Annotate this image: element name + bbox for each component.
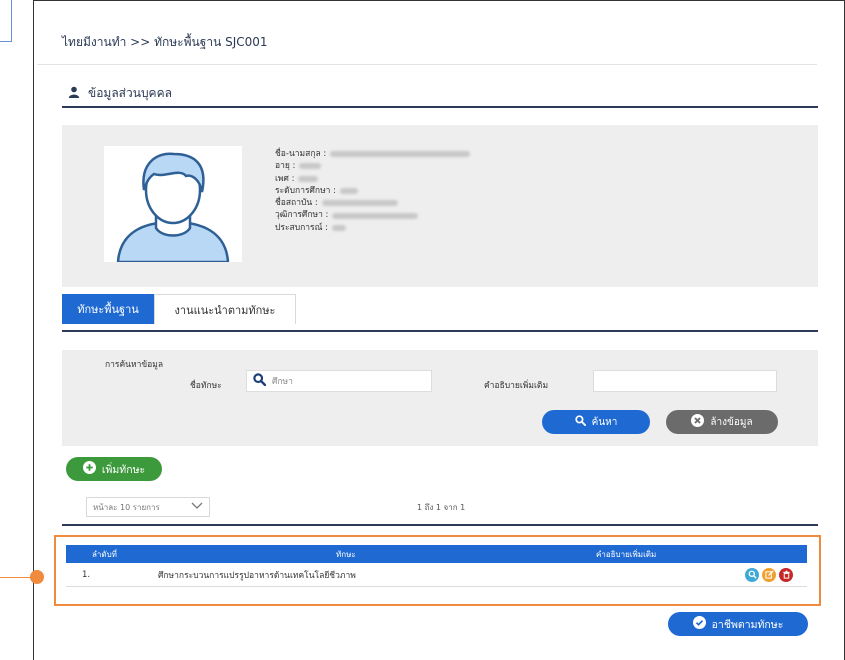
breadcrumb: ไทยมีงานทำ >> ทักษะพื้นฐาน SJC001	[62, 35, 268, 49]
row-no: 1.	[82, 569, 91, 580]
view-icon[interactable]	[745, 567, 759, 582]
row-skill: ศึกษากระบวนการแปรรูปอาหารด้านเทคโนโลยีชี…	[158, 570, 356, 581]
profile-label-experience: ประสบการณ์ :	[275, 222, 329, 233]
section-personal-info: ข้อมูลส่วนบุคคล	[68, 84, 172, 103]
list-divider	[62, 524, 818, 526]
skill-name-label: ชื่อทักษะ	[190, 381, 222, 391]
clear-button[interactable]: ล้างข้อมูล	[666, 410, 778, 434]
career-button-label: อาชีพตามทักษะ	[711, 618, 784, 631]
profile-row: อายุ :	[275, 160, 470, 172]
career-by-skill-button[interactable]: อาชีพตามทักษะ	[668, 612, 808, 636]
profile-label-degree: วุฒิการศึกษา :	[275, 210, 329, 221]
header-description: คำอธิบายเพิ่มเติม	[596, 549, 657, 559]
row-actions	[745, 567, 793, 582]
description-label: คำอธิบายเพิ่มเติม	[484, 381, 549, 391]
pagination-range: 1 ถึง 1 จาก 1	[417, 503, 466, 512]
callout-line	[0, 577, 34, 578]
section-title: ข้อมูลส่วนบุคคล	[88, 86, 172, 100]
redacted-value	[340, 188, 359, 195]
edit-icon[interactable]	[762, 567, 776, 582]
chevron-down-icon	[191, 502, 203, 512]
tab-underline	[62, 330, 818, 332]
check-circle-icon	[692, 616, 706, 632]
search-button[interactable]: ค้นหา	[542, 410, 650, 434]
redacted-value	[332, 212, 419, 219]
description-input[interactable]	[593, 370, 777, 392]
search-button-label: ค้นหา	[591, 416, 618, 428]
search-title: การค้นหาข้อมูล	[105, 360, 164, 370]
tab-basic-skills[interactable]: ทักษะพื้นฐาน	[62, 294, 154, 324]
skill-name-placeholder: ศึกษา	[272, 377, 293, 387]
redacted-value	[330, 151, 471, 158]
skill-name-input[interactable]: ศึกษา	[246, 370, 432, 392]
redacted-value	[332, 224, 347, 231]
skills-table: ลำดับที่ ทักษะ คำอธิบายเพิ่มเติม 1. ศึกษ…	[66, 545, 807, 587]
profile-label-institute: ชื่อสถาบัน :	[275, 198, 318, 209]
profile-label-gender: เพศ :	[275, 173, 295, 184]
avatar-icon	[104, 146, 242, 264]
clear-button-label: ล้างข้อมูล	[710, 416, 753, 428]
callout-dot	[30, 570, 44, 584]
redacted-value	[321, 200, 398, 207]
add-skill-label: เพิ่มทักษะ	[101, 463, 146, 476]
redacted-value	[299, 163, 322, 170]
profile-row: ประสบการณ์ :	[275, 222, 470, 234]
profile-label-age: อายุ :	[275, 161, 296, 172]
section-underline	[62, 106, 818, 108]
delete-icon[interactable]	[779, 567, 793, 582]
profile-label-education: ระดับการศึกษา :	[275, 185, 337, 196]
profile-row: วุฒิการศึกษา :	[275, 209, 470, 221]
tab-recommended-jobs[interactable]: งานแนะนำตามทักษะ	[154, 294, 296, 324]
close-circle-icon	[691, 414, 705, 430]
profile-row: เพศ :	[275, 173, 470, 185]
add-skill-button[interactable]: เพิ่มทักษะ	[66, 457, 162, 481]
user-icon	[68, 86, 80, 101]
per-page-select[interactable]: หน้าละ 10 รายการ	[86, 497, 210, 517]
header-skill: ทักษะ	[336, 549, 356, 559]
profile-row: ชื่อ-นามสกุล :	[275, 148, 471, 160]
profile-details: ชื่อ-นามสกุล : อายุ : เพศ : ระดับการศึกษ…	[275, 148, 471, 234]
table-row: 1. ศึกษากระบวนการแปรรูปอาหารด้านเทคโนโลย…	[66, 563, 807, 587]
per-page-value: หน้าละ 10 รายการ	[93, 502, 160, 512]
search-icon	[253, 373, 267, 389]
header-no: ลำดับที่	[92, 549, 117, 559]
redacted-value	[298, 175, 319, 182]
profile-row: ระดับการศึกษา :	[275, 185, 470, 197]
table-header: ลำดับที่ ทักษะ คำอธิบายเพิ่มเติม	[66, 545, 807, 563]
divider	[37, 64, 817, 65]
profile-row: ชื่อสถาบัน :	[275, 197, 470, 209]
profile-label-name: ชื่อ-นามสกุล :	[275, 149, 327, 159]
callout-box	[0, 0, 12, 42]
plus-circle-icon	[82, 461, 96, 477]
search-icon	[574, 415, 586, 429]
